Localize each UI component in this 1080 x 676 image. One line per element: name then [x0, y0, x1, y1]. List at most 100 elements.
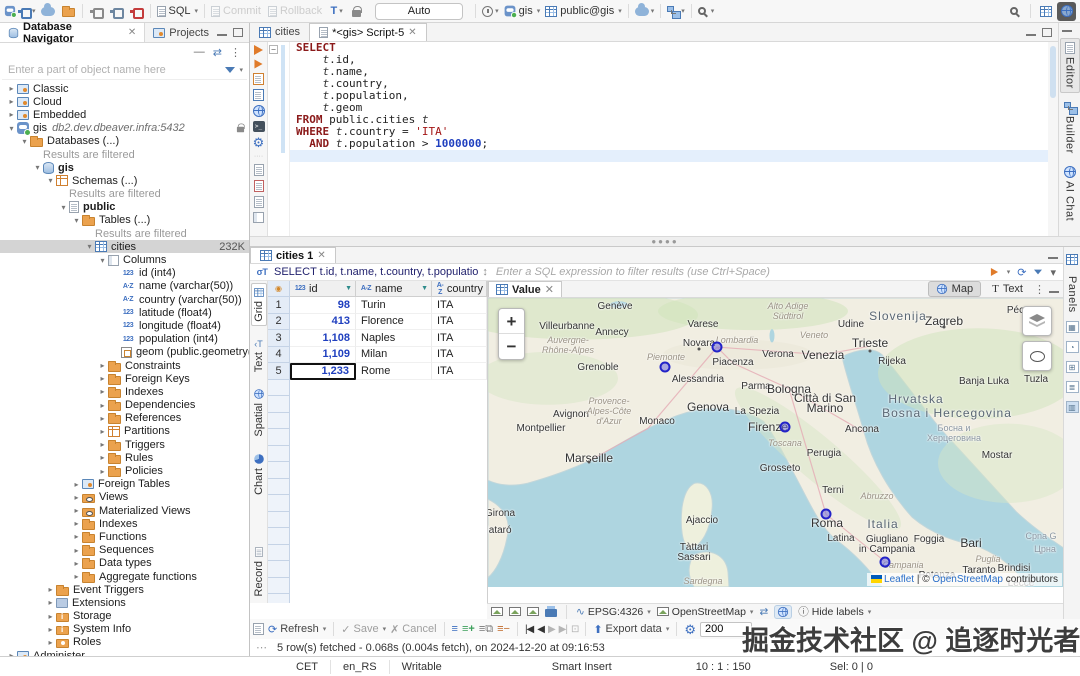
- grid-settings-icon[interactable]: ⚙: [684, 623, 696, 636]
- cell-country[interactable]: ITA: [432, 330, 487, 347]
- reconnect-button[interactable]: [107, 2, 126, 21]
- map-canvas[interactable]: GenèveVilleurbanneAnnecyVareseNovaraAlto…: [488, 298, 1064, 587]
- database-combo[interactable]: gis▾: [502, 2, 543, 21]
- apply-filter-icon[interactable]: [991, 268, 998, 276]
- view-menu-icon[interactable]: ⋮: [230, 46, 241, 59]
- minimize-icon[interactable]: [217, 34, 227, 36]
- transaction-mode-button[interactable]: T▾: [327, 2, 346, 21]
- maximize-icon[interactable]: [233, 28, 243, 37]
- map-view-button[interactable]: Map: [928, 281, 981, 297]
- tab-results-cities-1[interactable]: cities 1✕: [250, 247, 336, 263]
- geometry-marker-florence[interactable]: [780, 422, 791, 433]
- filter-funnel-icon[interactable]: [225, 67, 235, 73]
- script-templates-icon[interactable]: [254, 196, 264, 208]
- console-icon[interactable]: >_: [253, 121, 265, 132]
- results-tab-text[interactable]: ‹TText: [252, 336, 266, 375]
- filter-sql-text[interactable]: SELECT t.id, t.name, t.country, t.popula…: [274, 266, 478, 278]
- tab-projects[interactable]: Projects: [145, 23, 217, 42]
- new-script-icon[interactable]: [254, 164, 264, 176]
- add-row-icon[interactable]: ≡+: [462, 623, 475, 635]
- grouping-panel-icon[interactable]: ▥: [1066, 401, 1079, 413]
- cell-name[interactable]: Milan: [356, 347, 432, 364]
- new-connection-button[interactable]: ▾: [17, 2, 38, 21]
- tree-item-indexes[interactable]: ▸Indexes: [0, 517, 249, 530]
- cell-country[interactable]: ITA: [432, 347, 487, 364]
- editor-scrollbar[interactable]: [1048, 42, 1058, 236]
- tree-item-event-triggers[interactable]: ▸Event Triggers: [0, 583, 249, 596]
- column-header-country[interactable]: A-Zcountry: [432, 281, 487, 296]
- tree-item-results-are-filtered[interactable]: Results are filtered: [0, 148, 249, 161]
- explain-plan-icon[interactable]: [253, 89, 264, 101]
- flip-coordinates-icon[interactable]: ⇄: [759, 606, 768, 618]
- cell-name[interactable]: Rome: [356, 363, 432, 380]
- execute-statement-icon[interactable]: [254, 45, 263, 55]
- tree-item-triggers[interactable]: ▸Triggers: [0, 438, 249, 451]
- horizontal-splitter[interactable]: ●●●●: [250, 236, 1080, 247]
- tree-item-materialized-views[interactable]: ▸Materialized Views: [0, 504, 249, 517]
- tree-item-schemas[interactable]: ▾Schemas (...): [0, 174, 249, 187]
- tree-item-gis[interactable]: ▾gisdb2.dev.dbeaver.infra:5432: [0, 122, 249, 135]
- tree-item-country-varchar-50[interactable]: A·Zcountry (varchar(50)): [0, 293, 249, 306]
- tree-item-system-info[interactable]: ▸System Info: [0, 623, 249, 636]
- outline-icon[interactable]: [253, 212, 264, 223]
- value-tab[interactable]: Value✕: [488, 281, 562, 297]
- tab-cities[interactable]: cities: [250, 23, 309, 41]
- filter-history-icon[interactable]: ▾: [1050, 266, 1056, 279]
- spreadsheet-perspective-icon[interactable]: [1036, 2, 1055, 21]
- tree-item-storage[interactable]: ▸Storage: [0, 610, 249, 623]
- crs-selector[interactable]: ∿EPSG:4326▾: [576, 606, 651, 618]
- tree-item-rules[interactable]: ▸Rules: [0, 451, 249, 464]
- first-row-icon[interactable]: |◀: [525, 624, 533, 635]
- tree-item-foreign-tables[interactable]: ▸Foreign Tables: [0, 478, 249, 491]
- row-number[interactable]: 2: [268, 314, 290, 331]
- tree-item-embedded[interactable]: ▸Embedded: [0, 108, 249, 121]
- tree-item-columns[interactable]: ▾Columns: [0, 253, 249, 266]
- tiles-selector[interactable]: OpenStreetMap▾: [657, 606, 754, 618]
- geometry-marker-milan[interactable]: [712, 342, 723, 353]
- leaflet-link[interactable]: Leaflet: [884, 574, 914, 585]
- status-caret-position[interactable]: 10 : 1 : 150: [684, 660, 763, 674]
- zoom-in-button[interactable]: +: [499, 309, 524, 334]
- lasso-tool[interactable]: [1022, 341, 1052, 371]
- column-header-id[interactable]: 123id▼: [290, 281, 356, 296]
- tree-item-data-types[interactable]: ▸Data types: [0, 557, 249, 570]
- value-viewer-icon[interactable]: ▦: [1066, 321, 1079, 333]
- corner-cell[interactable]: ◉: [268, 281, 290, 297]
- minimize-icon[interactable]: [1026, 34, 1036, 36]
- commit-mode-combo[interactable]: Auto: [375, 3, 463, 20]
- tree-item-sequences[interactable]: ▸Sequences: [0, 544, 249, 557]
- execute-new-tab-icon[interactable]: [254, 60, 262, 69]
- rail-tab-builder[interactable]: Builder: [1064, 99, 1076, 157]
- sql-line[interactable]: AND t.population > 1000000;: [268, 138, 1048, 150]
- settings-gear-icon[interactable]: ⚙: [253, 136, 265, 149]
- tree-item-indexes[interactable]: ▸Indexes: [0, 385, 249, 398]
- next-row-icon[interactable]: ▶: [548, 624, 555, 635]
- connection-folder-button[interactable]: [59, 2, 78, 21]
- history-button[interactable]: ▾: [480, 2, 501, 21]
- copy-as-picture-icon[interactable]: [491, 607, 503, 616]
- link-editor-icon[interactable]: ⇄: [213, 46, 222, 59]
- tree-item-roles[interactable]: ▸Roles: [0, 636, 249, 649]
- results-tab-chart[interactable]: Chart: [252, 450, 266, 498]
- refresh-button[interactable]: ⟳Refresh▾: [268, 623, 326, 636]
- cell-id[interactable]: 1,233: [290, 363, 356, 380]
- row-number[interactable]: 4: [268, 347, 290, 364]
- export-picture-icon[interactable]: [527, 607, 539, 616]
- row-number[interactable]: 3: [268, 330, 290, 347]
- schema-combo[interactable]: public@gis▾: [543, 2, 623, 21]
- rail-tab-ai-chat[interactable]: AI Chat: [1064, 163, 1076, 224]
- calc-panel-icon[interactable]: ⊞: [1066, 361, 1079, 373]
- cell-country[interactable]: ITA: [432, 297, 487, 314]
- tree-item-tables[interactable]: ▾Tables (...): [0, 214, 249, 227]
- tab-database-navigator[interactable]: Database Navigator✕: [0, 23, 145, 42]
- tree-item-longitude-float4[interactable]: 123longitude (float4): [0, 319, 249, 332]
- object-filter-input[interactable]: [2, 64, 225, 76]
- prev-row-icon[interactable]: ◀: [537, 624, 544, 635]
- tree-item-administer[interactable]: ▸Administer: [0, 649, 249, 656]
- cell-id[interactable]: 1,109: [290, 347, 356, 364]
- minimize-icon[interactable]: [1062, 30, 1072, 32]
- tree-item-id-int4[interactable]: 123id (int4): [0, 267, 249, 280]
- tree-item-population-int4[interactable]: 123population (int4): [0, 333, 249, 346]
- panels-label[interactable]: Panels: [1066, 276, 1078, 313]
- close-icon[interactable]: ✕: [408, 27, 416, 38]
